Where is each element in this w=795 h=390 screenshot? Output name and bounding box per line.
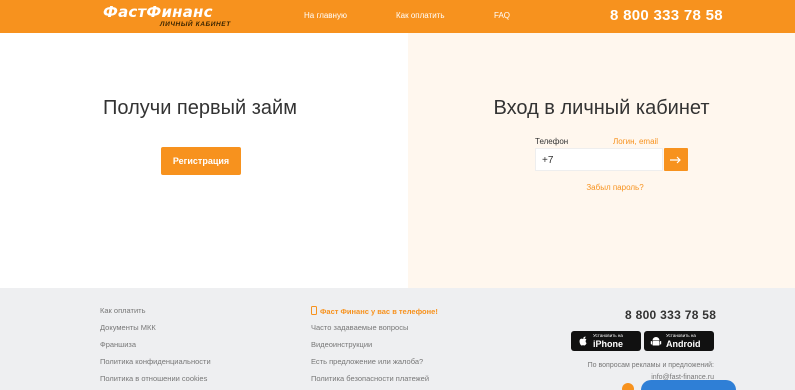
android-icon — [650, 337, 662, 346]
ads-contact-text: По вопросам рекламы и предложений: — [587, 362, 714, 369]
footer-link-franchise[interactable]: Франшиза — [100, 340, 136, 349]
nav-home[interactable]: На главную — [304, 11, 347, 20]
tab-login-email[interactable]: Логин, email — [613, 137, 658, 146]
header-phone[interactable]: 8 800 333 78 58 — [610, 7, 723, 24]
phone-input[interactable]: +7 — [535, 148, 663, 171]
logo-text: ФастФинанс — [103, 3, 213, 21]
footer-link-privacy[interactable]: Политика конфиденциальности — [100, 357, 211, 366]
footer-link-payment-security[interactable]: Политика безопасности платежей — [311, 374, 429, 383]
arrow-right-icon — [670, 156, 681, 163]
chat-indicator[interactable] — [622, 383, 634, 390]
forgot-password-link[interactable]: Забыл пароль? — [408, 183, 795, 192]
android-label: Android — [666, 339, 701, 349]
apple-icon — [579, 336, 587, 346]
android-app-button[interactable]: Установить на Android — [644, 331, 714, 351]
phone-icon — [311, 306, 317, 315]
footer-link-how-to-pay[interactable]: Как оплатить — [100, 306, 146, 315]
nav-how-to-pay[interactable]: Как оплатить — [396, 11, 445, 20]
chat-widget[interactable] — [641, 380, 736, 390]
iphone-small-label: Установить на — [593, 333, 623, 338]
register-button[interactable]: Регистрация — [161, 147, 241, 175]
tab-phone[interactable]: Телефон — [535, 137, 568, 146]
logo[interactable]: ФастФинанс ЛИЧНЫЙ КАБИНЕТ — [103, 3, 243, 31]
footer-link-documents[interactable]: Документы МКК — [100, 323, 156, 332]
iphone-label: iPhone — [593, 339, 624, 349]
login-panel: Вход в личный кабинет Телефон Логин, ema… — [408, 33, 795, 288]
footer-link-faq[interactable]: Часто задаваемые вопросы — [311, 323, 408, 332]
registration-title: Получи первый займ — [103, 97, 297, 119]
mobile-promo-link[interactable]: Фаст Финанс у вас в телефоне! — [311, 306, 438, 316]
footer: Как оплатить Документы МКК Франшиза Поли… — [0, 288, 795, 390]
logo-subtitle: ЛИЧНЫЙ КАБИНЕТ — [160, 21, 231, 28]
iphone-app-button[interactable]: Установить на iPhone — [571, 331, 641, 351]
nav-faq[interactable]: FAQ — [494, 11, 510, 20]
footer-link-video[interactable]: Видеоинструкции — [311, 340, 372, 349]
footer-link-cookies[interactable]: Политика в отношении cookies — [100, 374, 207, 383]
footer-phone[interactable]: 8 800 333 78 58 — [625, 308, 716, 322]
android-small-label: Установить на — [666, 333, 696, 338]
mobile-promo-text: Фаст Финанс у вас в телефоне! — [320, 307, 438, 316]
footer-link-feedback[interactable]: Есть предложение или жалоба? — [311, 357, 423, 366]
header: ФастФинанс ЛИЧНЫЙ КАБИНЕТ На главную Как… — [0, 0, 795, 33]
login-title: Вход в личный кабинет — [493, 97, 710, 119]
registration-panel: Получи первый займ Регистрация — [0, 33, 408, 288]
login-submit-button[interactable] — [664, 148, 688, 171]
